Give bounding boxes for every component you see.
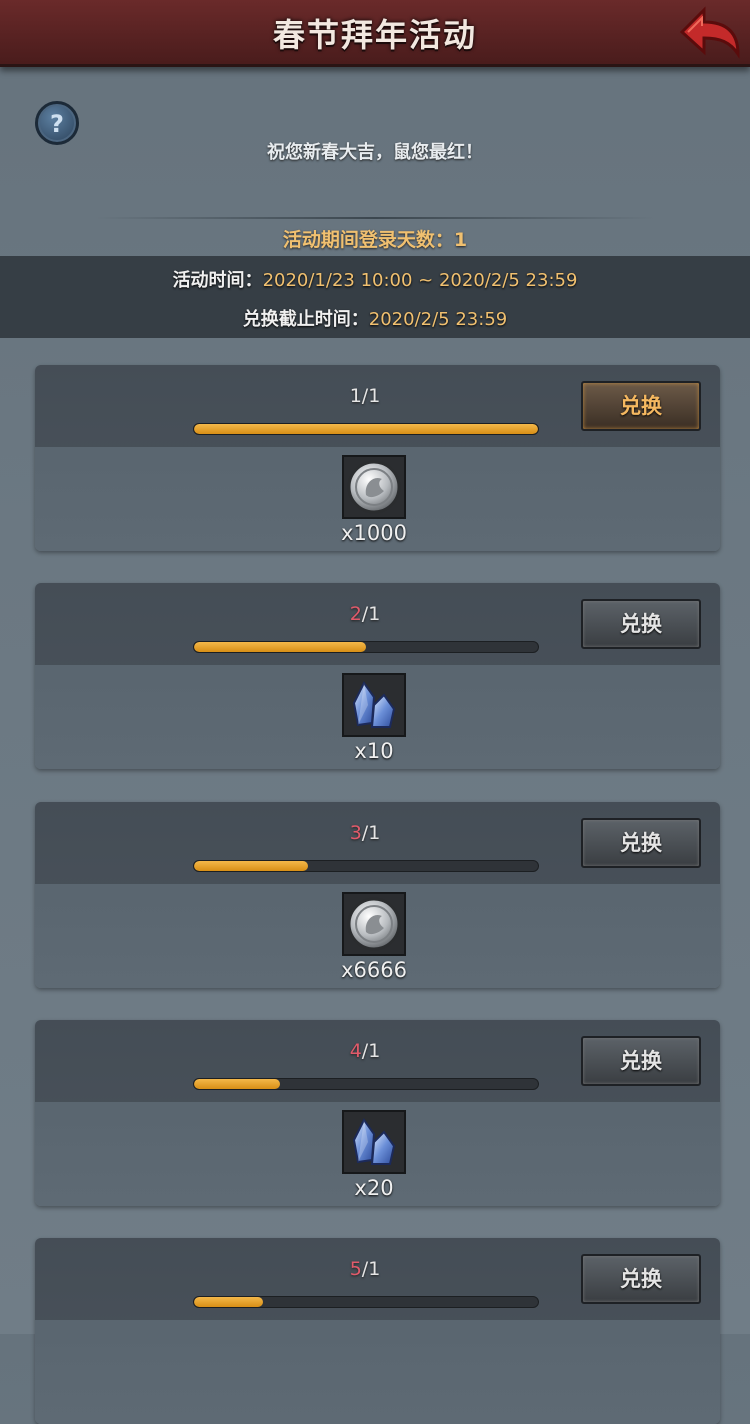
progress-text: 4/1: [193, 1040, 537, 1062]
divider: [95, 217, 655, 219]
progress-text: 3/1: [193, 822, 537, 844]
progress-bar: [193, 1078, 539, 1090]
exchange-button[interactable]: 兑换: [581, 1036, 701, 1086]
progress-bar: [193, 641, 539, 653]
reward-quantity: x20: [354, 1176, 394, 1200]
greeting-text: 祝您新春大吉，鼠您最红！: [267, 142, 483, 163]
deadline-line: 兑换截止时间：2020/2/5 23:59: [0, 305, 750, 331]
reward-item-slot[interactable]: [342, 455, 406, 519]
progress-current: 1: [349, 385, 362, 407]
progress-bar: [193, 1296, 539, 1308]
progress-fill: [194, 424, 538, 434]
progress-text: 1/1: [193, 385, 537, 407]
silver-coin-icon: [344, 460, 404, 521]
reward-card: 5/1 兑换: [35, 1238, 720, 1424]
event-time-line: 活动时间：2020/1/23 10:00 ~ 2020/2/5 23:59: [0, 266, 750, 292]
exchange-button[interactable]: 兑换: [581, 599, 701, 649]
progress-required: 1: [368, 1258, 381, 1280]
exchange-button[interactable]: 兑换: [581, 381, 701, 431]
progress-current: 2: [349, 603, 362, 625]
reward-item-slot[interactable]: [342, 1110, 406, 1174]
progress-bar: [193, 423, 539, 435]
progress-text: 2/1: [193, 603, 537, 625]
event-time-label: 活动时间：: [172, 270, 263, 291]
silver-coin-icon: [344, 897, 404, 958]
progress-current: 4: [349, 1040, 362, 1062]
deadline-value: 2020/2/5 23:59: [368, 309, 508, 330]
reward-card: 1/1 兑换 x1000: [35, 365, 720, 551]
back-button[interactable]: [674, 4, 744, 62]
reward-item-slot[interactable]: [342, 673, 406, 737]
deadline-label: 兑换截止时间：: [242, 309, 369, 330]
progress-current: 5: [349, 1258, 362, 1280]
reward-card: 4/1 兑换 x20: [35, 1020, 720, 1206]
progress-fill: [194, 1297, 263, 1307]
progress-fill: [194, 642, 366, 652]
page-title: 春节拜年活动: [272, 16, 477, 54]
login-days-text: 活动期间登录天数：1: [282, 229, 468, 251]
progress-fill: [194, 861, 308, 871]
reward-quantity: x1000: [341, 521, 407, 545]
progress-fill: [194, 1079, 280, 1089]
progress-required: 1: [368, 822, 381, 844]
blue-crystal-icon: [344, 1118, 404, 1176]
reward-quantity: x10: [354, 739, 394, 763]
progress-required: 1: [368, 385, 381, 407]
event-time-value: 2020/1/23 10:00 ~ 2020/2/5 23:59: [262, 270, 578, 291]
event-info-band: 活动时间：2020/1/23 10:00 ~ 2020/2/5 23:59 兑换…: [0, 256, 750, 338]
progress-text: 5/1: [193, 1258, 537, 1280]
header-bar: 春节拜年活动: [0, 0, 750, 67]
reward-item-slot[interactable]: [342, 892, 406, 956]
blue-crystal-icon: [344, 681, 404, 739]
reward-card: 2/1 兑换 x10: [35, 583, 720, 769]
exchange-button[interactable]: 兑换: [581, 1254, 701, 1304]
progress-bar: [193, 860, 539, 872]
progress-required: 1: [368, 603, 381, 625]
help-icon: ?: [50, 110, 64, 138]
back-arrow-icon: [679, 6, 740, 59]
reward-card: 3/1 兑换 x6666: [35, 802, 720, 988]
progress-current: 3: [349, 822, 362, 844]
exchange-button[interactable]: 兑换: [581, 818, 701, 868]
reward-quantity: x6666: [341, 958, 407, 982]
progress-required: 1: [368, 1040, 381, 1062]
